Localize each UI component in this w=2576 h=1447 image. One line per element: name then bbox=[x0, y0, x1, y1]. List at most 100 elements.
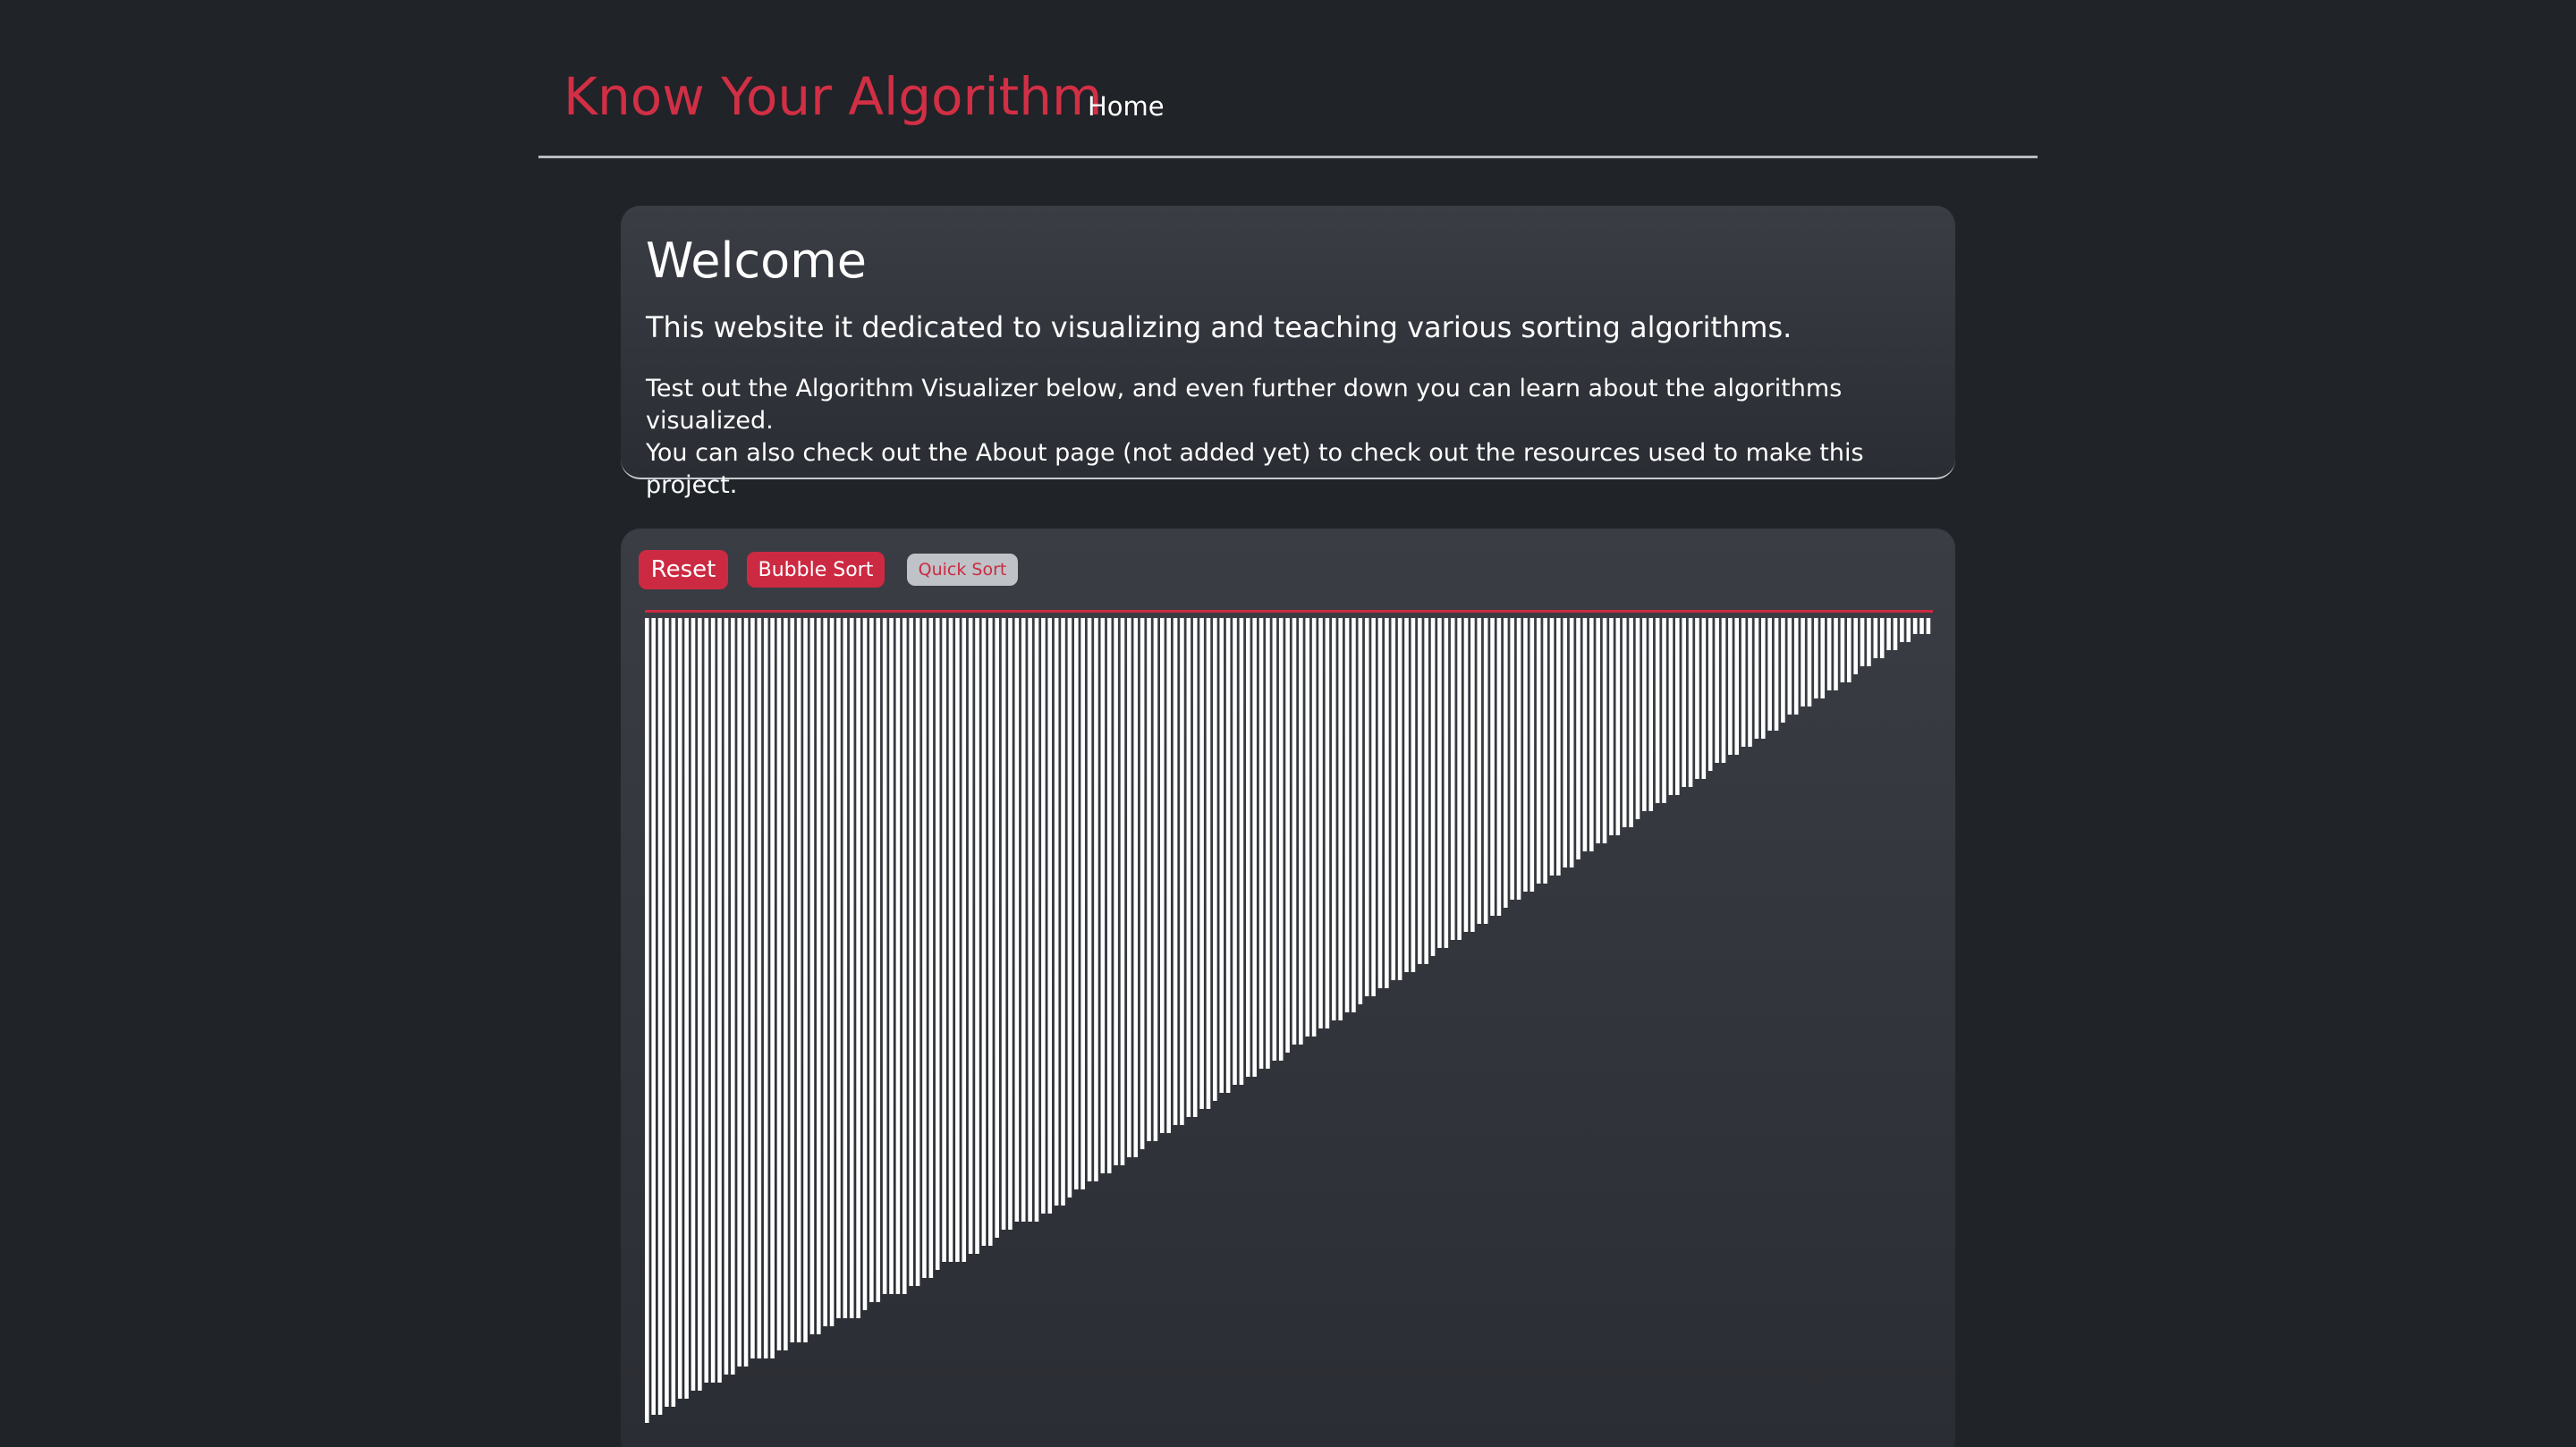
array-bar bbox=[1430, 618, 1436, 956]
welcome-title: Welcome bbox=[646, 233, 868, 289]
bars-area bbox=[645, 610, 1933, 1424]
array-bar bbox=[1153, 618, 1158, 1141]
array-bar bbox=[1814, 618, 1818, 698]
array-bar bbox=[1576, 618, 1580, 859]
array-bar bbox=[876, 618, 881, 1302]
array-bar bbox=[1364, 618, 1369, 996]
array-bar bbox=[757, 618, 762, 1358]
array-bar bbox=[710, 618, 716, 1383]
array-bar bbox=[1853, 618, 1858, 674]
welcome-lead: This website it dedicated to visualizing… bbox=[646, 309, 1792, 344]
array-bar bbox=[1299, 618, 1303, 1045]
array-bar bbox=[1239, 618, 1244, 1085]
array-bar bbox=[1127, 618, 1131, 1157]
array-bar bbox=[796, 618, 801, 1342]
array-bar bbox=[1233, 618, 1237, 1085]
array-bar bbox=[1602, 618, 1607, 843]
array-bar bbox=[1741, 618, 1746, 747]
array-bar bbox=[1106, 618, 1112, 1173]
bars-top-divider bbox=[645, 610, 1933, 613]
welcome-body-line-1: Test out the Algorithm Visualizer below,… bbox=[646, 374, 1843, 435]
array-bar bbox=[1793, 618, 1799, 715]
array-bar bbox=[1820, 618, 1826, 698]
array-bar bbox=[995, 618, 999, 1238]
array-bar bbox=[1325, 618, 1330, 1028]
array-bar bbox=[1761, 618, 1766, 739]
array-bar bbox=[1801, 618, 1805, 707]
array-bar bbox=[1609, 618, 1614, 835]
quick-sort-button[interactable]: Quick Sort bbox=[907, 554, 1018, 586]
array-bar bbox=[1470, 618, 1475, 932]
array-bar bbox=[784, 618, 788, 1350]
array-bar bbox=[1061, 618, 1065, 1206]
array-bar bbox=[1668, 618, 1674, 795]
bubble-sort-button[interactable]: Bubble Sort bbox=[747, 552, 885, 588]
array-bar bbox=[928, 618, 934, 1278]
array-bar bbox=[1840, 618, 1845, 682]
array-bar bbox=[1655, 618, 1660, 803]
array-bar bbox=[1272, 618, 1277, 1061]
array-bar bbox=[1900, 618, 1904, 642]
array-bar bbox=[1047, 618, 1053, 1214]
algorithm-visualizer: Reset Bubble Sort Quick Sort bbox=[621, 529, 1955, 1447]
array-bar bbox=[856, 618, 860, 1318]
array-bar bbox=[1074, 618, 1079, 1189]
array-bar bbox=[684, 618, 689, 1399]
array-bar bbox=[677, 618, 682, 1399]
array-bar bbox=[1180, 618, 1184, 1125]
array-bar bbox=[843, 618, 848, 1318]
array-bar bbox=[1622, 618, 1627, 827]
array-bar bbox=[750, 618, 755, 1358]
nav-home-link[interactable]: Home bbox=[1088, 91, 1165, 122]
array-bar bbox=[817, 618, 821, 1334]
array-bar bbox=[1358, 618, 1363, 1004]
array-bar bbox=[1477, 618, 1482, 924]
array-bar bbox=[770, 618, 775, 1358]
reset-button[interactable]: Reset bbox=[639, 550, 728, 589]
array-bar bbox=[1305, 618, 1310, 1037]
array-bar bbox=[1133, 618, 1139, 1157]
array-bar bbox=[1100, 618, 1106, 1173]
array-bar bbox=[882, 618, 887, 1294]
array-bar bbox=[1437, 618, 1442, 948]
array-bar bbox=[1008, 618, 1013, 1230]
array-bar bbox=[1549, 618, 1555, 876]
array-bar bbox=[1919, 618, 1924, 634]
array-bar bbox=[1635, 618, 1640, 819]
array-bar bbox=[1311, 618, 1317, 1037]
array-bar bbox=[776, 618, 782, 1350]
array-bar bbox=[1258, 618, 1264, 1069]
array-bar bbox=[809, 618, 815, 1334]
array-bar bbox=[1490, 618, 1495, 916]
array-bar bbox=[790, 618, 795, 1342]
array-bar bbox=[915, 618, 920, 1286]
array-bar bbox=[862, 618, 868, 1310]
array-bar bbox=[1418, 618, 1422, 964]
array-bar bbox=[1252, 618, 1257, 1077]
array-bar bbox=[1556, 618, 1561, 876]
array-bar bbox=[1278, 618, 1284, 1061]
array-bar bbox=[803, 618, 808, 1342]
array-bar bbox=[1642, 618, 1647, 811]
array-bar bbox=[1206, 618, 1211, 1109]
array-bar bbox=[1582, 618, 1588, 851]
array-bar bbox=[691, 618, 696, 1391]
array-bar bbox=[988, 618, 993, 1246]
array-bar bbox=[1120, 618, 1125, 1165]
site-brand[interactable]: Know Your Algorithm bbox=[564, 66, 1102, 127]
array-bar bbox=[1767, 618, 1772, 731]
array-bar bbox=[1847, 618, 1852, 682]
array-bar bbox=[849, 618, 854, 1318]
array-bar bbox=[1787, 618, 1792, 715]
array-bar bbox=[1444, 618, 1449, 948]
array-bar bbox=[1563, 618, 1568, 867]
array-bar bbox=[1391, 618, 1396, 980]
array-bar bbox=[1682, 618, 1686, 787]
array-bar bbox=[1411, 618, 1416, 972]
welcome-body: Test out the Algorithm Visualizer below,… bbox=[646, 373, 1930, 502]
array-bar bbox=[1067, 618, 1072, 1197]
array-bar bbox=[1688, 618, 1693, 787]
array-bar bbox=[1021, 618, 1026, 1222]
array-bar bbox=[1213, 618, 1217, 1101]
array-bar bbox=[724, 618, 729, 1375]
